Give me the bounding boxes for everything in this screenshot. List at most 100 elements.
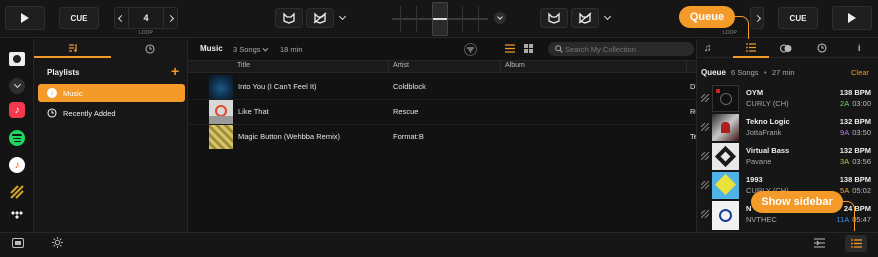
queue-item-key: 2A (840, 99, 850, 108)
show-sidebar-button[interactable] (845, 235, 867, 252)
list-view-button[interactable] (505, 44, 515, 53)
fx-button-3[interactable] (540, 8, 568, 28)
fx-dropdown-left[interactable] (338, 12, 347, 21)
queue-item[interactable]: OYM CURLY (CH) 138 BPM 2A 03:00 (698, 84, 878, 113)
playlist-item-label: Music (63, 89, 83, 98)
queue-item-time: 05:02 (852, 186, 871, 195)
cat-icon (548, 12, 560, 24)
queue-clear-button[interactable]: Clear (851, 68, 869, 77)
track-artist: Format:B (393, 132, 424, 141)
loop-increase-button[interactable] (163, 8, 177, 28)
track-artist: Coldblock (393, 82, 426, 91)
search-box[interactable] (548, 42, 694, 56)
queue-item-artist: Pavane (746, 157, 772, 166)
crossfader-handle[interactable] (432, 2, 448, 36)
search-input[interactable] (565, 43, 689, 55)
table-row[interactable]: Magic Button (Wehbba Remix) Format:B Te (188, 125, 698, 149)
hide-sources-button[interactable] (12, 238, 24, 248)
loop-control-left: 4 (114, 7, 178, 29)
chevron-down-icon (13, 80, 21, 89)
tab-playlists[interactable] (34, 39, 111, 58)
track-artist: Rescue (393, 107, 419, 116)
filter-button[interactable] (464, 43, 477, 56)
sidebar-panel-icon (12, 238, 24, 248)
queue-tooltip: Queue (679, 6, 735, 28)
track-title: Like That (238, 107, 269, 116)
tab-history[interactable] (111, 39, 188, 58)
chevron-down-icon (497, 14, 503, 20)
tab-info[interactable]: i (858, 43, 861, 53)
mixer-dropdown-button[interactable] (494, 12, 506, 24)
list-view-icon (505, 44, 515, 53)
album-art (712, 85, 739, 112)
queue-item-bpm: 132 BPM (839, 117, 871, 126)
table-row[interactable]: Into You (I Can't Feel It) Coldblock D (188, 75, 696, 99)
source-expand-button[interactable] (9, 78, 25, 94)
queue-item-artist: CURLY (CH) (746, 99, 789, 108)
apple-music-icon[interactable]: ♪ (9, 102, 25, 118)
fx-button-4[interactable] (571, 8, 599, 28)
queue-item[interactable]: Virtual Bass Pavane 132 BPM 3A 03:56 (698, 142, 878, 171)
cat-mute-icon (313, 12, 327, 24)
clock-icon (144, 43, 155, 54)
queue-list-icon (850, 239, 862, 248)
playlist-item-music[interactable]: ♪ Music (38, 84, 185, 102)
cat-mute-icon (578, 12, 592, 24)
add-playlist-button[interactable]: + (171, 63, 179, 79)
queue-item-key: 3A (840, 157, 850, 166)
loop-decrease-button[interactable] (115, 8, 129, 28)
mixer-layout-button[interactable] (814, 238, 825, 248)
mixer-layout-icon (814, 238, 825, 248)
music-note-icon: ♪ (47, 88, 57, 98)
beatport-icon[interactable] (9, 184, 25, 200)
tab-music[interactable]: ♫ (704, 43, 718, 55)
cue-button-right[interactable]: CUE (778, 7, 818, 29)
spotify-icon[interactable] (9, 130, 25, 146)
playlist-icon (68, 44, 77, 52)
chevron-left-icon (117, 14, 126, 22)
play-icon (848, 13, 856, 23)
album-art (209, 75, 233, 99)
chevron-right-icon (166, 14, 175, 22)
queue-item-key: 9A (840, 128, 850, 137)
play-button-left[interactable] (5, 6, 45, 30)
brightness-button[interactable] (52, 237, 63, 248)
source-local-icon[interactable] (9, 52, 25, 66)
fx-dropdown-right[interactable] (603, 12, 612, 21)
column-header-artist[interactable]: Artist (393, 62, 409, 69)
fx-button-2[interactable] (306, 8, 334, 28)
tab-history-right[interactable] (817, 43, 827, 53)
tab-automix[interactable] (780, 44, 792, 53)
browser-song-count[interactable]: 3 Songs (233, 45, 268, 54)
table-row[interactable]: Like That Rescue Re (188, 100, 700, 124)
clock-icon (817, 43, 827, 53)
queue-item[interactable]: Tekno Logic JottaFrank 132 BPM 9A 03:50 (698, 113, 878, 142)
play-button-right[interactable] (832, 6, 872, 30)
grid-view-button[interactable] (524, 44, 533, 53)
queue-item-artist: JottaFrank (746, 128, 782, 137)
tidal-icon[interactable] (10, 210, 24, 220)
grid-view-icon (524, 44, 533, 53)
column-header-title[interactable]: Title (237, 62, 250, 69)
fx-button-1[interactable] (275, 8, 303, 28)
drag-handle-icon (701, 94, 709, 102)
playlist-item-recently-added[interactable]: Recently Added (38, 104, 185, 122)
browser-duration: 18 min (280, 45, 303, 54)
column-header-album[interactable]: Album (505, 62, 525, 69)
crossfader[interactable] (392, 2, 488, 36)
automix-icon (780, 44, 792, 53)
bottom-bar (0, 232, 878, 257)
album-art (209, 125, 233, 149)
queue-list-icon (746, 43, 756, 52)
drag-handle-icon (701, 123, 709, 131)
loop-increase-button-right[interactable] (750, 7, 764, 29)
soundcloud-go-icon[interactable]: ♪ (9, 157, 25, 173)
queue-item-title: Tekno Logic (746, 117, 790, 126)
queue-item-title: Virtual Bass (746, 146, 790, 155)
tab-queue[interactable] (733, 39, 769, 58)
play-icon (21, 13, 29, 23)
album-art (712, 201, 739, 230)
cue-button-left[interactable]: CUE (59, 7, 99, 29)
search-icon (555, 45, 563, 53)
loop-value: 4 (143, 13, 149, 23)
